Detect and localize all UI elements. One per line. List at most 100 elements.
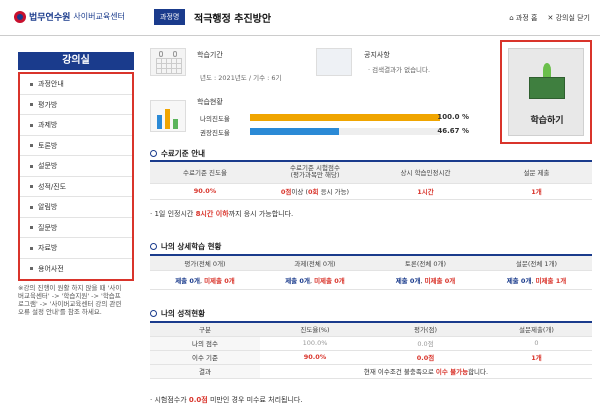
study-button-face: 학습하기 [508, 48, 584, 136]
completion-note: · 1일 인정시간 8시간 이하까지 응시 가능합니다. [150, 210, 294, 218]
table-row: 결과 현재 이수조건 불충족으로 이수 불가능합니다. [150, 364, 592, 379]
section-bullet-icon [150, 243, 157, 250]
bullet-icon [30, 205, 33, 209]
sidebar-menu: 과정안내 평가방 과제방 토론방 설문방 성적/진도 알림방 질문방 자료방 용… [18, 72, 134, 281]
top-links: ⌂ 과정 홈 ✕ 강의실 닫기 [509, 13, 590, 23]
my-progress-percent: 100.0 % [437, 113, 469, 121]
grades-criteria-survey: 1개 [481, 350, 592, 365]
detail-header-evaluation: 평가(전체 0개) [150, 254, 260, 271]
sidebar-item-notices[interactable]: 알림방 [20, 197, 132, 218]
recommended-progress-label: 권장진도율 [200, 129, 230, 137]
study-button[interactable]: 학습하기 [500, 40, 592, 144]
grades-header-progress: 진도율(%) [260, 321, 370, 337]
completion-exam-value: 0점이상 (0회 응시 가능) [260, 183, 370, 200]
notice-title: 공지사항 [364, 51, 390, 59]
sidebar-title: 강의실 [18, 52, 134, 70]
sprout-icon [543, 63, 551, 77]
grades-row-label: 이수 기준 [150, 350, 260, 365]
bullet-icon [30, 246, 33, 250]
detail-assignment-cell: 제출 0개, 미제출 0개 [260, 270, 370, 290]
period-title: 학습기간 [197, 51, 223, 59]
sidebar-item-resources[interactable]: 자료방 [20, 238, 132, 259]
detail-header-discussion: 토론(전체 0개) [370, 254, 481, 271]
course-title: 적극행정 추진방안 [194, 14, 272, 25]
sidebar-item-evaluation[interactable]: 평가방 [20, 95, 132, 115]
sidebar-item-survey[interactable]: 설문방 [20, 156, 132, 177]
study-button-label: 학습하기 [530, 116, 564, 126]
grades-note: · 시험점수가 0.0점 미만인 경우 미수료 처리됩니다. [150, 396, 303, 404]
table-row: 이수 기준 90.0% 0.0점 1개 [150, 350, 592, 365]
calendar-icon [150, 48, 186, 76]
logo-main-text: 법무연수원 [29, 13, 71, 23]
notice-board-icon [316, 48, 352, 76]
course-badge: 과정명 [154, 9, 186, 25]
logo-emblem-icon [14, 10, 26, 23]
section-bullet-icon [150, 150, 157, 157]
recommended-progress-percent: 46.67 % [437, 127, 469, 135]
sidebar: 강의실 과정안내 평가방 과제방 토론방 설문방 성적/진도 알림방 질문방 자… [18, 52, 134, 316]
bullet-icon [30, 103, 33, 106]
notice-value: · 검색결과가 없습니다. [368, 66, 431, 74]
completion-section-title: 수료기준 안내 [150, 148, 205, 159]
my-progress-label: 나의진도율 [200, 115, 230, 123]
completion-header-exam: 수료기준 시험점수 (평가과목만 해당) [260, 160, 370, 184]
detail-section-title: 나의 상세학습 현황 [150, 241, 221, 252]
detail-header-assignment: 과제(전체 0개) [260, 254, 370, 271]
grades-result-label: 결과 [150, 364, 260, 379]
my-progress-bar [250, 114, 440, 121]
completion-progress-value: 90.0% [150, 183, 260, 200]
completion-survey-value: 1개 [481, 183, 592, 200]
grades-my-survey: 0 [481, 336, 592, 351]
period-value: 년도 : 2021년도 / 기수 : 6기 [200, 74, 282, 82]
completion-time-value: 1시간 [370, 183, 481, 200]
bullet-icon [30, 144, 33, 147]
grades-criteria-progress: 90.0% [260, 350, 370, 365]
detail-survey-cell: 제출 0개, 미제출 1개 [481, 270, 592, 290]
logo[interactable]: 법무연수원 사이버교육센터 [14, 10, 125, 23]
sidebar-item-glossary[interactable]: 용어사전 [20, 259, 132, 280]
grades-header-evaluation: 평가(점) [370, 321, 481, 337]
bullet-icon [30, 123, 33, 127]
recommended-progress-bar [250, 128, 440, 135]
chart-icon [150, 100, 186, 132]
grades-table: 구분 진도율(%) 평가(점) 설문제출(개) 나의 점수 100.0% 0.0… [150, 321, 592, 379]
completion-header-survey: 설문 제출 [481, 160, 592, 184]
recommended-progress-fill [250, 128, 339, 135]
close-icon: ✕ [547, 14, 556, 22]
close-classroom-link[interactable]: ✕ 강의실 닫기 [547, 13, 590, 23]
section-bullet-icon [150, 310, 157, 317]
sidebar-item-assignment[interactable]: 과제방 [20, 115, 132, 136]
table-row: 나의 점수 100.0% 0.0점 0 [150, 336, 592, 351]
bullet-icon [30, 267, 33, 270]
sidebar-item-grades[interactable]: 성적/진도 [20, 177, 132, 197]
grades-row-label: 나의 점수 [150, 336, 260, 351]
detail-header-survey: 설문(전체 1개) [481, 254, 592, 271]
grades-header-survey: 설문제출(개) [481, 321, 592, 337]
sidebar-item-course-info[interactable]: 과정안내 [20, 74, 132, 95]
grades-my-progress: 100.0% [260, 336, 370, 351]
sidebar-item-questions[interactable]: 질문방 [20, 218, 132, 238]
grades-section-title: 나의 성적현황 [150, 308, 205, 319]
bullet-icon [30, 185, 33, 188]
completion-header-time: 상시 학습인정시간 [370, 160, 481, 184]
bullet-icon [30, 82, 33, 86]
logo-sub-text: 사이버교육센터 [73, 12, 125, 21]
completion-header-progress: 수료기준 진도율 [150, 160, 260, 184]
bullet-icon [30, 226, 33, 229]
grades-header-category: 구분 [150, 321, 260, 337]
bullet-icon [30, 164, 33, 168]
grades-criteria-evaluation: 0.0점 [370, 350, 481, 365]
status-title: 학습현황 [197, 98, 223, 106]
home-icon: ⌂ [509, 14, 516, 22]
detail-evaluation-cell: 제출 0개, 미제출 0개 [150, 270, 260, 290]
detail-table: 평가(전체 0개) 과제(전체 0개) 토론(전체 0개) 설문(전체 1개) … [150, 254, 592, 290]
grades-my-evaluation: 0.0점 [370, 336, 481, 351]
my-progress-fill [250, 114, 440, 121]
book-stack-icon [529, 77, 565, 99]
sidebar-item-discussion[interactable]: 토론방 [20, 136, 132, 156]
top-bar: 법무연수원 사이버교육센터 과정명 적극행정 추진방안 ⌂ 과정 홈 ✕ 강의실… [0, 0, 600, 36]
course-home-link[interactable]: ⌂ 과정 홈 [509, 13, 537, 23]
detail-discussion-cell: 제출 0개, 미제출 0개 [370, 270, 481, 290]
grades-result-value: 현재 이수조건 불충족으로 이수 불가능합니다. [260, 364, 592, 379]
completion-table: 수료기준 진도율 수료기준 시험점수 (평가과목만 해당) 상시 학습인정시간 … [150, 160, 592, 200]
